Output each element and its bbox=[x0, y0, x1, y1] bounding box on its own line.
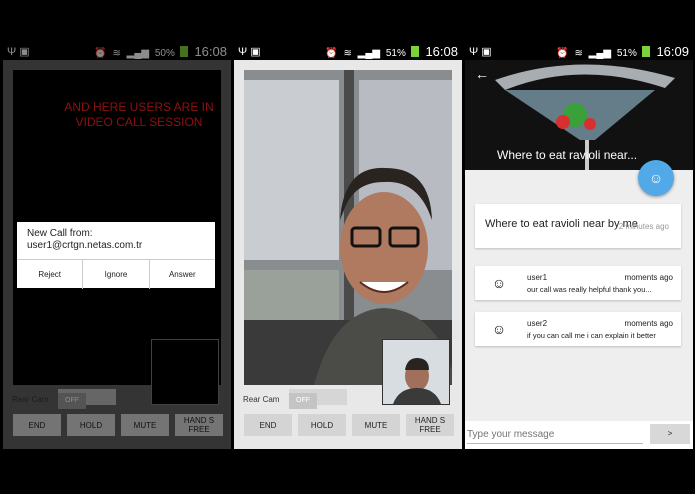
mute-button[interactable]: MUTE bbox=[121, 414, 169, 436]
answer-button[interactable]: Answer bbox=[150, 260, 215, 289]
remote-person-image bbox=[244, 70, 452, 385]
battery-percent: 51% bbox=[385, 48, 406, 59]
signal-icon: ▂▄▆ bbox=[126, 48, 150, 59]
status-bar: Ψ ▣ ⏰ ≋ ▂▄▆ 50% 16:08 bbox=[3, 44, 231, 60]
chat-screen: Ψ ▣ ⏰ ≋ ▂▄▆ 51% 16:09 ← Where to eat rav… bbox=[465, 44, 693, 449]
message-time: moments ago bbox=[624, 319, 673, 328]
message-text: if you can call me i can explain it bett… bbox=[527, 331, 656, 340]
battery-icon bbox=[179, 46, 188, 57]
wifi-icon: ≋ bbox=[343, 48, 352, 59]
message-user: user2 bbox=[527, 319, 548, 328]
local-preview bbox=[151, 339, 219, 405]
ignore-button[interactable]: Ignore bbox=[83, 260, 150, 289]
message-input-bar: > bbox=[465, 421, 693, 449]
incoming-call-dialog: New Call from: user1@crtgn.netas.com.tr … bbox=[17, 222, 215, 289]
user-avatar-icon: ☺ bbox=[491, 275, 507, 291]
question-card[interactable]: Where to eat ravioli near by me 2 minute… bbox=[475, 204, 681, 248]
wifi-icon: ≋ bbox=[112, 48, 121, 59]
remote-video bbox=[244, 70, 452, 385]
toggle-state: OFF bbox=[289, 393, 317, 409]
handsfree-button[interactable]: HAND S FREE bbox=[175, 414, 223, 436]
question-time: 2 minutes ago bbox=[618, 222, 669, 231]
hold-button[interactable]: HOLD bbox=[67, 414, 115, 436]
call-controls: END HOLD MUTE HAND S FREE bbox=[13, 414, 223, 436]
battery-percent: 50% bbox=[154, 48, 175, 59]
annotation-line-2: VIDEO CALL SESSION bbox=[75, 115, 203, 129]
mute-button[interactable]: MUTE bbox=[352, 414, 400, 436]
dialog-buttons: Reject Ignore Answer bbox=[17, 259, 215, 289]
status-right: ⏰ ≋ ▂▄▆ 50% 16:08 bbox=[94, 44, 227, 62]
reject-button[interactable]: Reject bbox=[17, 260, 84, 289]
dialog-heading: New Call from: bbox=[27, 228, 93, 239]
usb-icon: Ψ ▣ bbox=[7, 46, 30, 58]
message-text: our call was really helpful thank you... bbox=[527, 285, 652, 294]
user-avatar-fab[interactable]: ☺ bbox=[638, 160, 674, 196]
header-title: Where to eat ravioli near... bbox=[497, 148, 638, 162]
rear-cam-label: Rear Cam bbox=[243, 395, 280, 404]
end-button[interactable]: END bbox=[244, 414, 292, 436]
local-preview bbox=[382, 339, 450, 405]
status-bar: Ψ ▣ ⏰ ≋ ▂▄▆ 51% 16:09 bbox=[465, 44, 693, 60]
message-time: moments ago bbox=[624, 273, 673, 282]
toggle-state: OFF bbox=[58, 393, 86, 409]
end-button[interactable]: END bbox=[13, 414, 61, 436]
caller-address: user1@crtgn.netas.com.tr bbox=[27, 240, 143, 251]
battery-icon bbox=[410, 46, 419, 57]
handsfree-button[interactable]: HAND S FREE bbox=[406, 414, 454, 436]
battery-percent: 51% bbox=[616, 48, 637, 59]
call-screen-active: Ψ ▣ ⏰ ≋ ▂▄▆ 51% 16:08 Rear Cam OFF END H… bbox=[234, 44, 462, 449]
annotation-line-1: AND HERE USERS ARE IN bbox=[64, 100, 214, 114]
status-right: ⏰ ≋ ▂▄▆ 51% 16:08 bbox=[325, 44, 458, 62]
usb-icon: Ψ ▣ bbox=[469, 46, 492, 58]
chat-header: ← Where to eat ravioli near... bbox=[465, 60, 693, 170]
send-button[interactable]: > bbox=[650, 424, 690, 444]
self-image bbox=[383, 340, 449, 404]
rear-cam-toggle[interactable]: OFF bbox=[289, 389, 347, 409]
alarm-icon: ⏰ bbox=[325, 48, 338, 59]
battery-icon bbox=[641, 46, 650, 57]
annotation-text: AND HERE USERS ARE IN VIDEO CALL SESSION bbox=[59, 100, 219, 130]
question-text: Where to eat ravioli near by me bbox=[485, 218, 638, 230]
message-item: ☺ user1 moments ago our call was really … bbox=[475, 266, 681, 300]
clock: 16:08 bbox=[194, 44, 227, 59]
back-arrow-icon[interactable]: ← bbox=[475, 66, 489, 82]
call-controls: END HOLD MUTE HAND S FREE bbox=[244, 414, 454, 436]
user-avatar-icon: ☺ bbox=[491, 321, 507, 337]
clock: 16:09 bbox=[656, 44, 689, 59]
message-input[interactable] bbox=[467, 425, 643, 444]
hold-button[interactable]: HOLD bbox=[298, 414, 346, 436]
usb-icon: Ψ ▣ bbox=[238, 46, 261, 58]
signal-icon: ▂▄▆ bbox=[357, 48, 381, 59]
message-user: user1 bbox=[527, 273, 548, 282]
clock: 16:08 bbox=[425, 44, 458, 59]
status-bar: Ψ ▣ ⏰ ≋ ▂▄▆ 51% 16:08 bbox=[234, 44, 462, 60]
dialog-title: New Call from: user1@crtgn.netas.com.tr bbox=[27, 228, 142, 252]
message-item: ☺ user2 moments ago if you can call me i… bbox=[475, 312, 681, 346]
rear-cam-toggle[interactable]: OFF bbox=[58, 389, 116, 409]
alarm-icon: ⏰ bbox=[94, 48, 107, 59]
rear-cam-label: Rear Cam bbox=[12, 395, 49, 404]
call-screen-incoming: Ψ ▣ ⏰ ≋ ▂▄▆ 50% 16:08 AND HERE USERS ARE… bbox=[3, 44, 231, 449]
